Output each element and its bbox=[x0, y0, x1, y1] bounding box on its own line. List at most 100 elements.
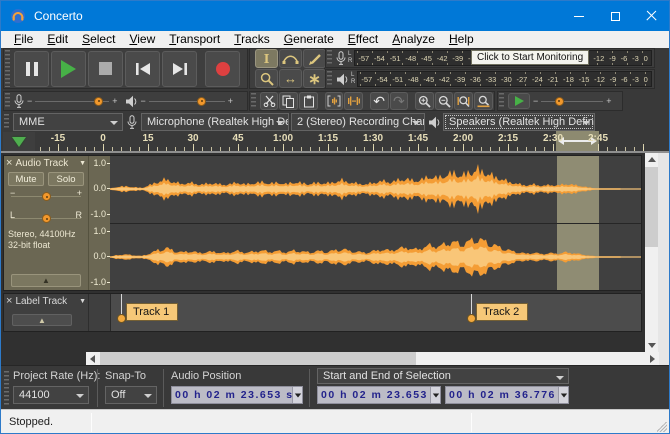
label-flag[interactable]: Track 2 bbox=[476, 303, 528, 321]
playback-speed-slider[interactable] bbox=[541, 95, 603, 108]
toolbar-grabber[interactable] bbox=[499, 93, 504, 109]
selection-tool-button[interactable]: I bbox=[255, 49, 278, 68]
selection-mode-select[interactable]: Start and End of Selection bbox=[317, 368, 569, 384]
slider-thumb[interactable] bbox=[42, 214, 51, 223]
solo-button[interactable]: Solo bbox=[48, 172, 84, 186]
timeline-options-button[interactable] bbox=[3, 132, 35, 151]
envelope-tool-button[interactable] bbox=[279, 49, 302, 68]
track-menu-button[interactable]: ▼ bbox=[79, 298, 86, 305]
toolbar-grabber[interactable] bbox=[5, 93, 10, 109]
menu-item-select[interactable]: Select bbox=[75, 31, 122, 48]
trim-audio-button[interactable] bbox=[325, 92, 344, 110]
slider-thumb[interactable] bbox=[197, 97, 206, 106]
scroll-left-button[interactable] bbox=[86, 352, 99, 365]
slider-thumb[interactable] bbox=[555, 97, 564, 106]
cut-button[interactable] bbox=[260, 92, 279, 110]
label-track-content[interactable]: Track 1 Track 2 bbox=[110, 294, 641, 331]
waveform-area[interactable] bbox=[110, 156, 641, 290]
fit-selection-button[interactable] bbox=[454, 92, 473, 110]
scroll-down-button[interactable] bbox=[645, 339, 658, 352]
vertical-scroll-thumb[interactable] bbox=[645, 167, 658, 247]
zoom-out-button[interactable] bbox=[435, 92, 454, 110]
menu-item-help[interactable]: Help bbox=[442, 31, 481, 48]
menu-item-analyze[interactable]: Analyze bbox=[385, 31, 442, 48]
timeshift-tool-button[interactable]: ↔ bbox=[279, 69, 302, 88]
play-button[interactable] bbox=[51, 51, 86, 87]
snap-to-select[interactable]: Off bbox=[105, 386, 157, 404]
menu-item-generate[interactable]: Generate bbox=[277, 31, 341, 48]
stop-button[interactable] bbox=[88, 51, 123, 87]
silence-audio-button[interactable] bbox=[344, 92, 363, 110]
audio-host-select[interactable]: MME bbox=[13, 113, 123, 131]
slider-thumb[interactable] bbox=[42, 192, 51, 201]
toolbar-grabber[interactable] bbox=[4, 371, 9, 407]
track-close-button[interactable]: × bbox=[6, 296, 12, 306]
timeshift-icon: ↔ bbox=[284, 71, 297, 86]
waveform-channel-right bbox=[110, 224, 641, 290]
close-button[interactable] bbox=[633, 1, 669, 31]
track-close-button[interactable]: × bbox=[6, 158, 12, 168]
slider-thumb[interactable] bbox=[94, 97, 103, 106]
multi-tool-button[interactable]: ∗ bbox=[303, 69, 326, 88]
track-title[interactable]: Audio Track bbox=[15, 158, 77, 169]
project-rate-select[interactable]: 44100 bbox=[13, 386, 89, 404]
menu-item-transport[interactable]: Transport bbox=[162, 31, 227, 48]
paste-button[interactable] bbox=[299, 92, 318, 110]
draw-tool-button[interactable] bbox=[303, 49, 326, 68]
menu-item-effect[interactable]: Effect bbox=[341, 31, 385, 48]
track-collapse-button[interactable]: ▲ bbox=[11, 274, 81, 287]
toolbar-grabber[interactable] bbox=[251, 93, 256, 109]
copy-button[interactable] bbox=[279, 92, 298, 110]
undo-button[interactable]: ↶ bbox=[370, 92, 389, 110]
toolbar-grabber[interactable] bbox=[5, 50, 10, 87]
maximize-button[interactable] bbox=[597, 1, 633, 31]
title-bar[interactable]: Concerto bbox=[1, 1, 669, 31]
label-flag[interactable]: Track 1 bbox=[126, 303, 178, 321]
track-menu-button[interactable]: ▼ bbox=[79, 160, 86, 167]
menu-item-tracks[interactable]: Tracks bbox=[227, 31, 277, 48]
track-collapse-button[interactable]: ▲ bbox=[12, 314, 72, 326]
recording-device-select[interactable]: Microphone (Realtek High Defini bbox=[141, 113, 289, 131]
menu-item-view[interactable]: View bbox=[122, 31, 162, 48]
toolbar-grabber[interactable] bbox=[327, 71, 332, 87]
track-title[interactable]: Label Track bbox=[15, 296, 77, 307]
recording-channels-select[interactable]: 2 (Stereo) Recording Channels bbox=[291, 113, 425, 131]
play-at-speed-button[interactable] bbox=[508, 93, 530, 109]
scroll-right-button[interactable] bbox=[646, 352, 659, 365]
skip-to-end-button[interactable] bbox=[162, 51, 197, 87]
resize-grip[interactable] bbox=[657, 422, 667, 432]
timeline-ruler[interactable]: -1501530451:001:151:301:452:002:152:302:… bbox=[37, 131, 645, 151]
audio-position-field[interactable]: 00 h 02 m 23.653 s bbox=[171, 386, 303, 404]
label-handle[interactable] bbox=[117, 314, 126, 323]
fit-project-button[interactable] bbox=[474, 92, 493, 110]
redo-button[interactable]: ↷ bbox=[390, 92, 409, 110]
menu-item-edit[interactable]: Edit bbox=[40, 31, 75, 48]
minimize-button[interactable] bbox=[561, 1, 597, 31]
playback-device-select[interactable]: Speakers (Realtek High Definiti bbox=[443, 113, 595, 131]
vertical-scrollbar[interactable] bbox=[645, 153, 658, 352]
time-format-dropdown[interactable] bbox=[430, 387, 440, 403]
playback-volume-slider[interactable] bbox=[149, 95, 225, 108]
toolbar-grabber[interactable] bbox=[4, 114, 9, 130]
gain-slider[interactable]: − + bbox=[11, 190, 81, 203]
record-button[interactable] bbox=[205, 51, 240, 87]
pause-button[interactable] bbox=[14, 51, 49, 87]
mute-button[interactable]: Mute bbox=[8, 172, 44, 186]
menu-item-file[interactable]: File bbox=[7, 31, 40, 48]
zoom-tool-button[interactable] bbox=[255, 69, 278, 88]
toolbar-grabber[interactable] bbox=[327, 50, 332, 66]
zoom-in-button[interactable] bbox=[415, 92, 434, 110]
time-format-dropdown[interactable] bbox=[292, 387, 302, 403]
playback-meter[interactable]: -57-54-51-48-45-42-39-36-33-30-27-24-21-… bbox=[357, 71, 652, 87]
selection-start-field[interactable]: 00 h 02 m 23.653 s bbox=[317, 386, 441, 404]
recording-volume-slider[interactable] bbox=[35, 95, 109, 108]
scroll-up-button[interactable] bbox=[645, 153, 658, 166]
horizontal-scrollbar[interactable] bbox=[86, 352, 659, 365]
time-format-dropdown[interactable] bbox=[558, 387, 568, 403]
horizontal-scroll-thumb[interactable] bbox=[100, 352, 416, 365]
monitoring-tooltip[interactable]: Click to Start Monitoring bbox=[471, 50, 589, 65]
label-handle[interactable] bbox=[467, 314, 476, 323]
skip-to-start-button[interactable] bbox=[125, 51, 160, 87]
selection-end-field[interactable]: 00 h 02 m 36.776 s bbox=[445, 386, 569, 404]
pan-slider[interactable]: L R bbox=[11, 212, 81, 225]
